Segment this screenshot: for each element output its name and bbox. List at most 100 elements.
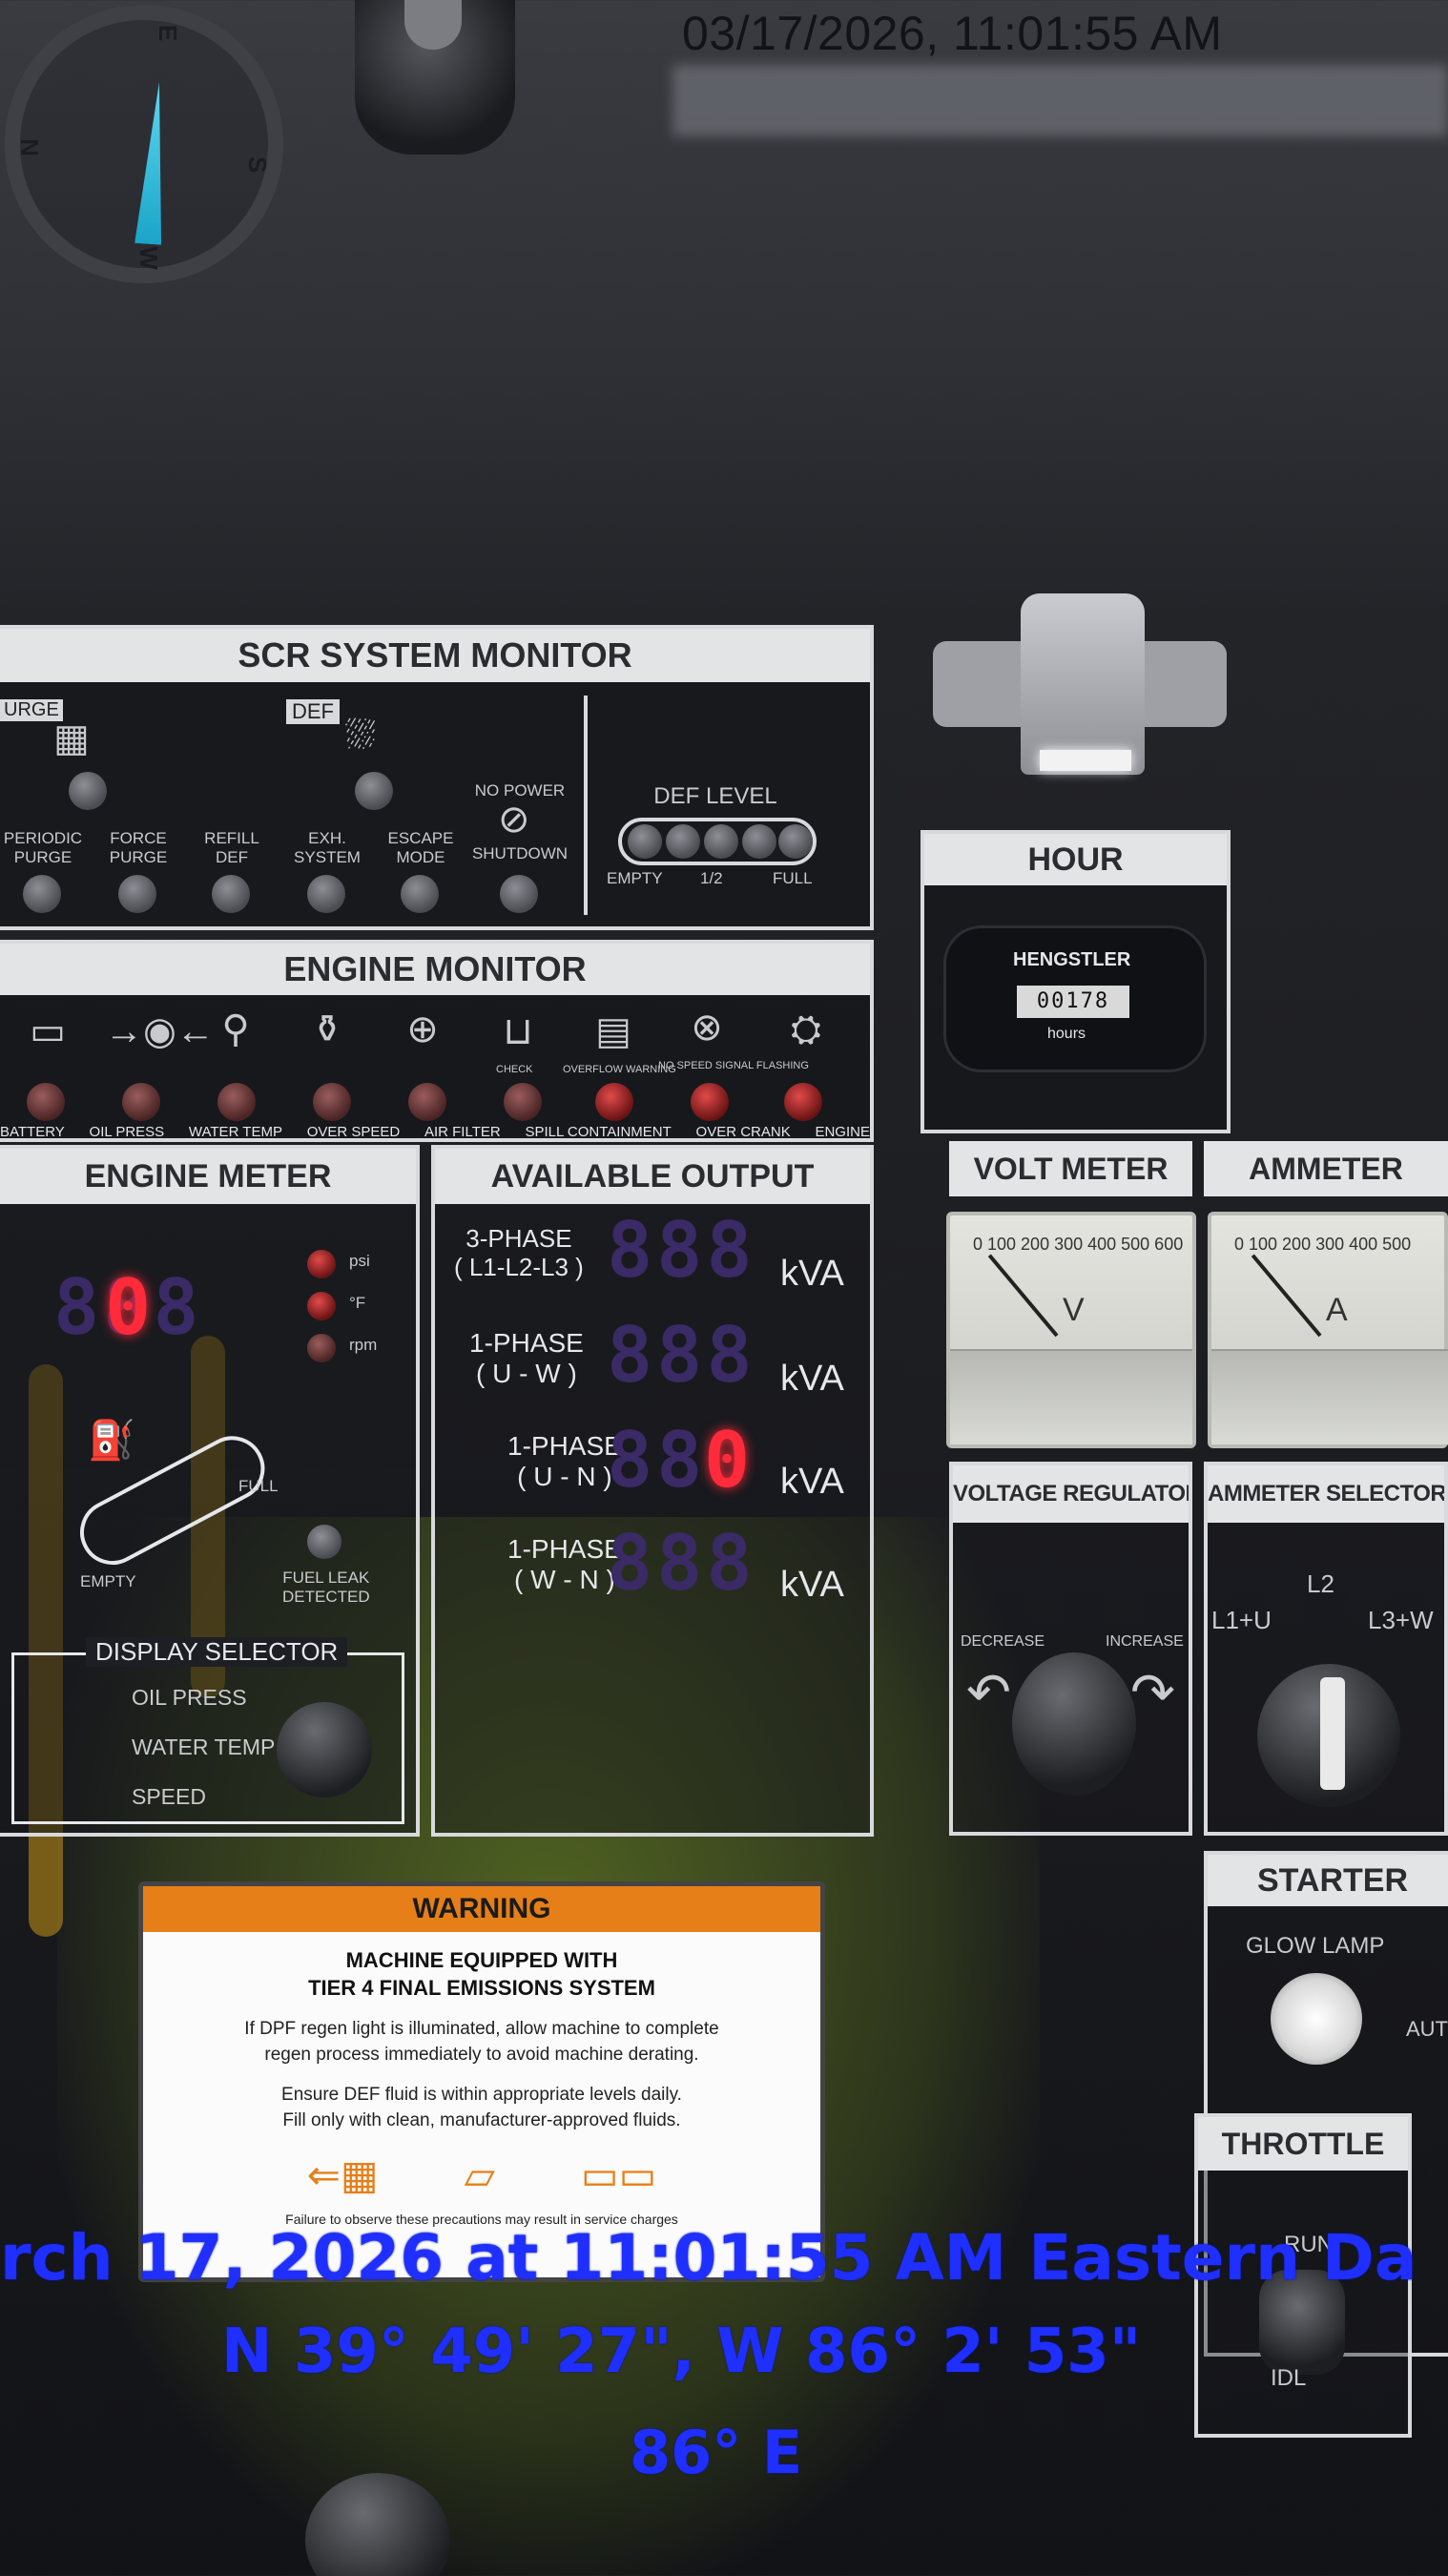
coords-overlay: N 39° 49' 27", W 86° 2' 53"	[221, 2316, 1142, 2387]
selector-knob-pointer	[1320, 1677, 1345, 1790]
heading-overlay: 86° E	[630, 2418, 803, 2487]
battery-label: BATTERY	[0, 1124, 65, 1140]
battery-led	[27, 1083, 65, 1121]
volt-unit: V	[1063, 1292, 1085, 1328]
output-row-unit: kVA	[780, 1565, 844, 1605]
selector-l3w-label: L3+W	[1368, 1606, 1434, 1634]
compass-west-label: W	[134, 246, 163, 270]
warning-title: MACHINE EQUIPPED WITH TIER 4 FINAL EMISS…	[308, 1948, 655, 2000]
hour-title: HOUR	[924, 834, 1227, 885]
volt-needle	[987, 1254, 1059, 1338]
refill-def-label: REFILL DEF	[204, 829, 259, 866]
hour-unit: hours	[1047, 1026, 1086, 1042]
display-selector-knob[interactable]	[277, 1702, 372, 1797]
hour-brand: HENGSTLER	[1013, 949, 1131, 970]
voltage-regulator-panel: VOLTAGE REGULATOR DECREASE INCREASE ↶ ↷	[949, 1462, 1192, 1836]
def-fluid-icon: ▭▭	[580, 2151, 657, 2197]
water-temp-label: WATER TEMP	[188, 1124, 282, 1140]
engine-check-icon: ⛭	[791, 1008, 821, 1050]
water-temp-led	[217, 1083, 256, 1121]
purge-led	[69, 772, 107, 810]
hour-reading: 00178	[1017, 986, 1129, 1018]
force-purge-label: FORCE PURGE	[109, 829, 168, 866]
voltage-regulator-knob[interactable]	[1012, 1652, 1136, 1796]
degf-label: °F	[349, 1294, 366, 1312]
amp-scale: 0 100 200 300 400 500	[1234, 1235, 1412, 1254]
scr-system-monitor-panel: SCR SYSTEM MONITOR URGE DEF ▦ ⛆ PERIODIC…	[0, 625, 874, 930]
hour-meter: HENGSTLER 00178 hours	[943, 925, 1207, 1072]
regen-icon: ▱	[464, 2151, 495, 2197]
available-output-panel: AVAILABLE OUTPUT 3-PHASE ( L1-L2-L3 ) 88…	[431, 1145, 874, 1837]
def-level-led	[778, 824, 813, 859]
rpm-label: rpm	[349, 1336, 378, 1354]
escape-mode-label: ESCAPE MODE	[387, 829, 454, 866]
voltage-regulator-title: VOLTAGE REGULATOR	[953, 1465, 1189, 1523]
def-tag: DEF	[286, 699, 340, 724]
selector-water-temp: WATER TEMP	[132, 1735, 276, 1759]
output-row-unit: kVA	[780, 1462, 844, 1502]
over-crank-led	[691, 1083, 729, 1121]
output-row-segment-bg: 88	[607, 1416, 707, 1505]
throttle-idle-label: IDL	[1271, 2365, 1307, 2391]
def-empty-label: EMPTY	[607, 869, 663, 887]
output-row-phase: 1-PHASE ( W - N )	[507, 1534, 622, 1595]
def-tank-icon: ⛆	[345, 715, 376, 757]
hour-meter-panel: HOUR HENGSTLER 00178 hours	[921, 830, 1231, 1133]
display-selector-title: DISPLAY SELECTOR	[86, 1637, 348, 1667]
fuel-leak-led	[307, 1525, 341, 1559]
selector-speed: SPEED	[132, 1784, 206, 1809]
compass-north-label: N	[14, 138, 44, 156]
redacted-bar	[672, 65, 1448, 136]
ammeter-title: AMMETER	[1204, 1141, 1448, 1196]
ammeter: 0 100 200 300 400 500 A	[1208, 1212, 1448, 1448]
panel-knob[interactable]	[355, 0, 515, 155]
overflow-icon: ▤	[595, 1010, 631, 1052]
meter-base	[1211, 1349, 1448, 1444]
oil-pressure-icon: →◉←	[105, 1010, 215, 1052]
throttle-title: THROTTLE	[1198, 2117, 1408, 2171]
output-row-unit: kVA	[780, 1359, 844, 1399]
shutdown-label: SHUTDOWN	[471, 844, 569, 862]
battery-icon: ▭	[30, 1010, 66, 1052]
engine-label: ENGINE	[815, 1124, 870, 1140]
increase-label: INCREASE	[1106, 1633, 1184, 1650]
psi-label: psi	[349, 1252, 370, 1270]
engine-led	[784, 1083, 822, 1121]
spill-containment-label: SPILL CONTAINMENT	[525, 1124, 672, 1140]
periodic-purge-label: PERIODIC PURGE	[3, 829, 83, 866]
fuel-leak-label: FUEL LEAK DETECTED	[282, 1568, 370, 1606]
timestamp-overlay: 03/17/2026, 11:01:55 AM	[682, 7, 1223, 60]
engine-meter-panel: ENGINE METER 888 0 psi °F rpm ⛽ FULL EMP…	[0, 1145, 420, 1837]
engine-monitor-title: ENGINE MONITOR	[0, 944, 870, 995]
overflow-led	[595, 1083, 633, 1121]
fuel-pump-icon: ⛽	[88, 1420, 135, 1462]
dpf-icon: ⇐▦	[306, 2151, 379, 2197]
auto-label: AUT	[1406, 2017, 1448, 2041]
volt-scale: 0 100 200 300 400 500 600	[973, 1235, 1184, 1254]
water-temp-icon: ⚲	[221, 1008, 250, 1050]
air-filter-led	[408, 1083, 446, 1121]
warning-icons: ⇐▦ ▱ ▭▭	[143, 2151, 820, 2198]
compass-needle	[134, 81, 173, 245]
output-row-display: 888	[607, 1519, 756, 1608]
volt-meter-title: VOLT METER	[949, 1141, 1192, 1196]
ammeter-selector-panel: AMMETER SELECTOR L2 L1+U L3+W	[1204, 1462, 1448, 1836]
over-crank-icon: ⊗	[691, 1007, 723, 1049]
engine-monitor-labels: BATTERY OIL PRESS WATER TEMP OVER SPEED …	[0, 1124, 870, 1145]
compass-east-label: E	[154, 24, 183, 42]
periodic-purge-led	[23, 875, 61, 913]
decrease-arrow-icon: ↶	[966, 1662, 1011, 1722]
selector-l1u-label: L1+U	[1211, 1606, 1272, 1634]
fuel-empty-label: EMPTY	[80, 1572, 136, 1590]
engine-meter-title: ENGINE METER	[0, 1149, 416, 1204]
engine-monitor-panel: ENGINE MONITOR ▭ →◉← ⚲ ⚱ ⊕ ⊔ CHECK ▤ OVE…	[0, 940, 874, 1142]
def-full-label: FULL	[773, 869, 813, 887]
no-power-icon: ⊘	[498, 799, 530, 841]
warning-paragraph-2: Ensure DEF fluid is within appropriate l…	[281, 2085, 682, 2130]
over-crank-label: OVER CRANK	[695, 1124, 791, 1140]
meter-base	[950, 1349, 1192, 1444]
available-output-title: AVAILABLE OUTPUT	[435, 1149, 870, 1204]
amp-needle	[1251, 1254, 1322, 1338]
over-speed-label: OVER SPEED	[306, 1124, 401, 1140]
force-purge-led	[118, 875, 156, 913]
